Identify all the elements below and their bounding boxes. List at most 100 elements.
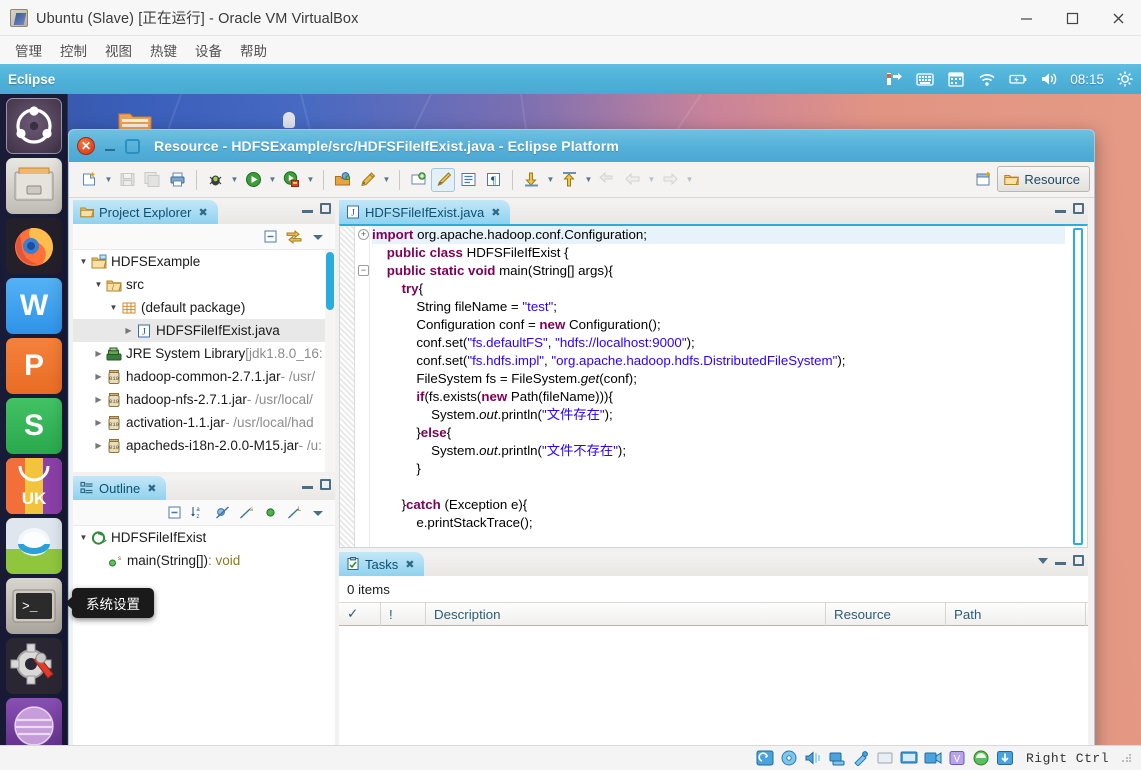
usb-icon[interactable] <box>852 750 870 766</box>
collapse-all-icon[interactable] <box>165 504 183 522</box>
hide-static-icon[interactable]: s <box>237 504 255 522</box>
show-whitespace-button[interactable] <box>456 168 480 192</box>
shared-folder-icon[interactable] <box>876 750 894 766</box>
minimize-icon[interactable] <box>1055 204 1066 214</box>
optical-drive-icon[interactable] <box>780 750 798 766</box>
virtualization-icon[interactable]: V <box>948 750 966 766</box>
display-icon[interactable] <box>900 750 918 766</box>
back-dropdown[interactable]: ▼ <box>645 168 658 192</box>
mouse-integration-icon[interactable] <box>972 750 990 766</box>
minimize-icon[interactable] <box>302 204 313 214</box>
close-icon[interactable]: ✖ <box>198 206 207 219</box>
minimize-icon[interactable] <box>1055 556 1066 566</box>
view-menu-icon[interactable] <box>1038 557 1048 564</box>
maximize-button[interactable] <box>1049 0 1095 36</box>
fold-collapse-icon[interactable]: − <box>358 265 369 276</box>
coverage-dropdown[interactable]: ▼ <box>304 168 317 192</box>
forward-button[interactable] <box>658 168 682 192</box>
chevron-right-icon[interactable]: ▶ <box>122 319 135 342</box>
coverage-button[interactable] <box>279 168 303 192</box>
network-icon[interactable] <box>828 750 846 766</box>
close-icon[interactable]: ✖ <box>147 482 156 495</box>
outline-item[interactable]: ▼ HDFSFileIfExist <box>73 526 335 549</box>
fold-expand-icon[interactable]: + <box>358 229 369 240</box>
menu-devices[interactable]: 设备 <box>186 37 231 63</box>
editor-vertical-scrollbar[interactable] <box>1073 228 1083 545</box>
code-line[interactable]: }else{ <box>372 424 1065 442</box>
tree-item[interactable]: ▶ J HDFSFileIfExist.java <box>73 319 335 342</box>
code-line[interactable]: public static void main(String[] args){ <box>372 262 1065 280</box>
annotation-toggle-button[interactable] <box>431 167 455 192</box>
code-line[interactable]: e.printStackTrace(); <box>372 514 1065 532</box>
menu-hotkeys[interactable]: 热键 <box>141 37 186 63</box>
new-wizard-button[interactable] <box>77 168 101 192</box>
gear-icon[interactable] <box>1115 69 1135 89</box>
launcher-eclipse[interactable] <box>6 698 62 745</box>
back-button[interactable] <box>620 168 644 192</box>
code-line[interactable]: }catch (Exception e){ <box>372 496 1065 514</box>
volume-icon[interactable] <box>1039 69 1059 89</box>
tree-item[interactable]: ▶ 010 hadoop-common-2.7.1.jar - /usr/ <box>73 365 335 388</box>
view-menu-icon[interactable] <box>309 504 327 522</box>
chevron-right-icon[interactable]: ▶ <box>92 411 105 434</box>
run-button[interactable] <box>241 168 265 192</box>
chevron-right-icon[interactable]: ▶ <box>92 388 105 411</box>
description-column[interactable]: Description <box>426 602 826 626</box>
maximize-icon[interactable] <box>1073 203 1084 214</box>
minimize-icon[interactable] <box>302 480 313 490</box>
previous-annotation-button[interactable] <box>519 168 543 192</box>
view-menu-icon[interactable] <box>309 228 327 246</box>
editor-folding-ruler[interactable]: + − <box>356 226 370 547</box>
code-line[interactable]: System.out.println("文件存在"); <box>372 406 1065 424</box>
keyboard-layout-icon[interactable] <box>915 69 935 89</box>
next-annotation-dropdown[interactable]: ▼ <box>582 168 595 192</box>
code-line[interactable] <box>372 478 1065 496</box>
maximize-icon[interactable] <box>1073 555 1084 566</box>
debug-button[interactable] <box>203 168 227 192</box>
tab-tasks[interactable]: Tasks ✖ <box>339 552 425 576</box>
launcher-wps-writer[interactable]: W <box>6 278 62 334</box>
minimize-button[interactable] <box>101 137 119 155</box>
tab-project-explorer[interactable]: Project Explorer ✖ <box>73 200 218 224</box>
chevron-right-icon[interactable]: ▶ <box>92 342 105 365</box>
battery-icon[interactable] <box>1008 69 1028 89</box>
path-column[interactable]: Path <box>946 602 1086 626</box>
debug-dropdown[interactable]: ▼ <box>228 168 241 192</box>
new-class-button[interactable] <box>406 168 430 192</box>
save-all-button[interactable] <box>140 168 164 192</box>
recording-icon[interactable] <box>924 750 942 766</box>
last-edit-button[interactable] <box>595 168 619 192</box>
tab-outline[interactable]: Outline ✖ <box>73 476 167 500</box>
menu-help[interactable]: 帮助 <box>231 37 276 63</box>
chevron-down-icon[interactable]: ▼ <box>107 296 120 319</box>
wifi-icon[interactable] <box>977 69 997 89</box>
previous-annotation-dropdown[interactable]: ▼ <box>544 168 557 192</box>
tree-item[interactable]: ▼ HDFSExample <box>73 250 335 273</box>
code-line[interactable]: FileSystem fs = FileSystem.get(conf); <box>372 370 1065 388</box>
code-line[interactable]: conf.set("fs.defaultFS", "hdfs://localho… <box>372 334 1065 352</box>
resize-grip[interactable] <box>1121 753 1131 763</box>
chevron-down-icon[interactable]: ▼ <box>92 273 105 296</box>
forward-dropdown[interactable]: ▼ <box>683 168 696 192</box>
outline-tree[interactable]: ▼ HDFSFileIfExist s main(String[]) : void <box>73 526 335 745</box>
calendar-icon[interactable] <box>946 69 966 89</box>
launcher-dash[interactable] <box>6 98 62 154</box>
code-line[interactable]: public class HDFSFileIfExist { <box>372 244 1065 262</box>
close-icon[interactable]: ✖ <box>405 558 414 571</box>
launcher-terminal[interactable]: >_ <box>6 578 62 634</box>
project-tree-scrollbar-track[interactable] <box>325 250 335 472</box>
code-line[interactable]: try{ <box>372 280 1065 298</box>
save-button[interactable] <box>115 168 139 192</box>
tree-item[interactable]: ▶ JRE System Library [jdk1.8.0_16: <box>73 342 335 365</box>
menu-control[interactable]: 控制 <box>51 37 96 63</box>
project-tree[interactable]: ▼ HDFSExample ▼ / src ▼ (default package) ▶ J HDF… <box>73 250 335 472</box>
code-line[interactable]: conf.set("fs.hdfs.impl", "org.apache.had… <box>372 352 1065 370</box>
tasks-table-body[interactable] <box>339 626 1088 745</box>
tree-item[interactable]: ▶ 010 activation-1.1.jar - /usr/local/had <box>73 411 335 434</box>
close-icon[interactable]: ✖ <box>491 206 500 219</box>
keyboard-icon[interactable] <box>996 750 1014 766</box>
editor-annotation-ruler[interactable] <box>340 226 355 547</box>
sort-az-icon[interactable]: az <box>189 504 207 522</box>
launcher-amazon[interactable] <box>6 518 62 574</box>
code-line[interactable]: import org.apache.hadoop.conf.Configurat… <box>372 226 1065 244</box>
